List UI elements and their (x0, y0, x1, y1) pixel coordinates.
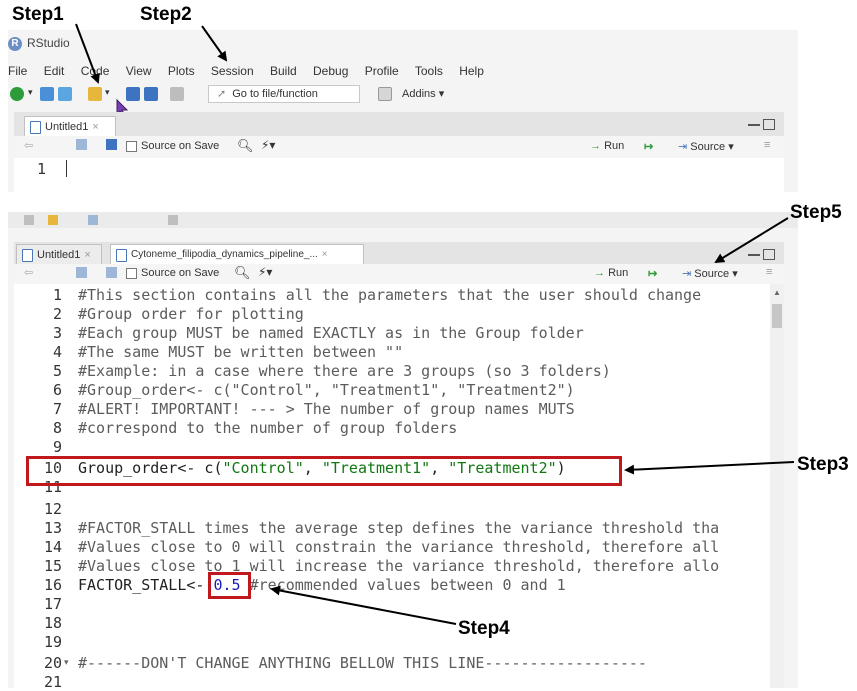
annotation-arrows (75, 23, 795, 625)
step5-arrow (714, 217, 789, 264)
step1-arrow (75, 23, 100, 84)
step2-arrow (201, 25, 228, 62)
step4-arrow (270, 585, 457, 625)
step3-arrow (624, 461, 795, 475)
